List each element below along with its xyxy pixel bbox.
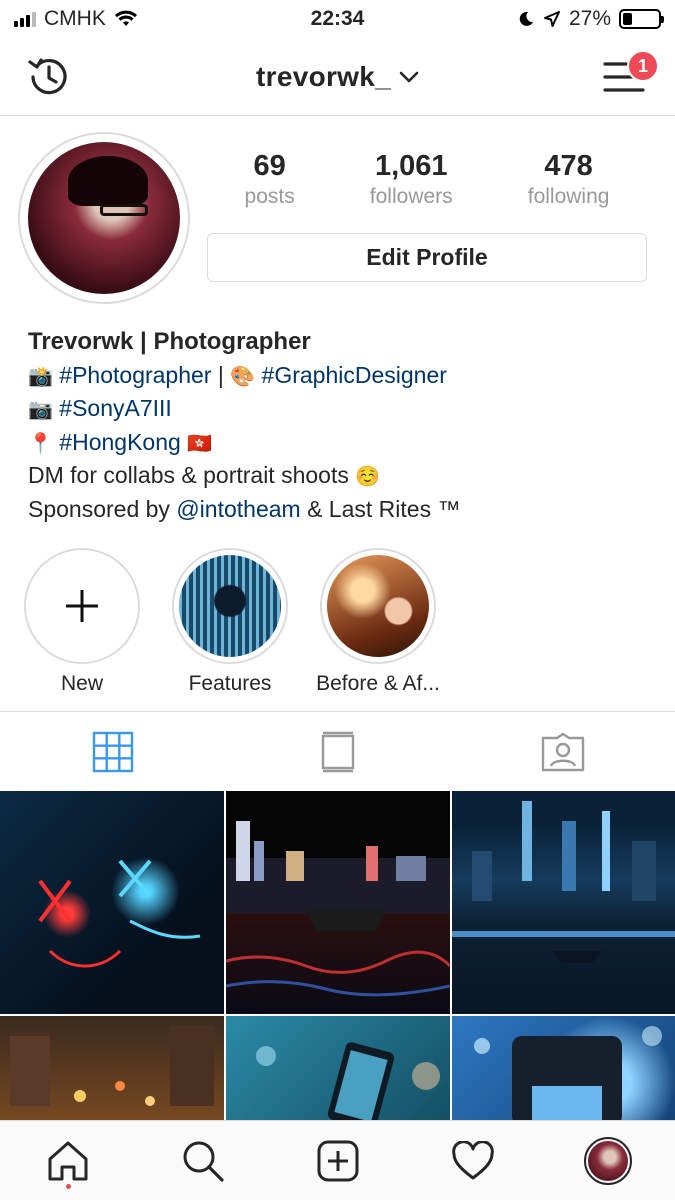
story-highlights: New Features Before & Af...: [0, 548, 675, 698]
bio-line: 📍 #HongKong 🇭🇰: [28, 426, 658, 460]
hashtag-link[interactable]: #SonyA7III: [59, 395, 172, 421]
status-bar: CMHK 22:34 27%: [0, 0, 675, 38]
clock: 22:34: [310, 7, 365, 30]
highlight-before-after[interactable]: Before & Af...: [303, 548, 453, 696]
username-switcher[interactable]: trevorwk_: [256, 61, 419, 93]
profile-avatar-small: [583, 1136, 632, 1185]
display-name: Trevorwk | Photographer: [28, 328, 311, 355]
tagged-icon: [541, 732, 584, 771]
heart-icon: [451, 1140, 494, 1179]
highlight-features[interactable]: Features: [155, 548, 305, 696]
highlight-cover: [179, 555, 281, 657]
highlight-label: Before & Af...: [316, 672, 440, 695]
grid-photo[interactable]: [226, 791, 450, 1014]
stat-followers[interactable]: 1,061 followers: [370, 150, 453, 209]
bio-text: Sponsored by: [28, 495, 177, 522]
signal-icon: [14, 11, 36, 27]
chevron-down-icon: [399, 71, 419, 82]
avatar-photo: [28, 142, 180, 294]
edit-profile-button[interactable]: Edit Profile: [207, 233, 647, 282]
highlight-cover: [327, 555, 429, 657]
bio-line: 📷 #SonyA7III: [28, 392, 658, 426]
grid-photo[interactable]: [226, 1016, 450, 1121]
status-left: CMHK: [14, 7, 138, 31]
grid-icon: [92, 731, 133, 772]
bio-line: DM for collabs & portrait shoots ☺️: [28, 459, 658, 493]
profile-tabs: [0, 711, 675, 791]
grid-photo[interactable]: [0, 1016, 224, 1121]
stat-label: posts: [244, 185, 295, 208]
stat-value: 69: [253, 150, 286, 182]
stat-label: following: [527, 185, 610, 208]
username: trevorwk_: [256, 60, 391, 92]
profile-stats: 69 posts 1,061 followers 478 following: [207, 150, 647, 209]
bio-line: Sponsored by @intotheam & Last Rites ™: [28, 493, 658, 526]
bio-line: 📸 #Photographer | 🎨 #GraphicDesigner: [28, 359, 658, 393]
profile-bio: Trevorwk | Photographer 📸 #Photographer …: [28, 326, 658, 525]
tab-tagged[interactable]: [450, 712, 675, 791]
tab-grid[interactable]: [0, 712, 225, 791]
highlight-circle: [172, 548, 288, 664]
location-arrow-icon: [543, 11, 560, 27]
battery-percent: 27%: [568, 7, 611, 30]
highlight-circle: [320, 548, 436, 664]
highlight-label: Features: [188, 672, 272, 695]
stat-value: 478: [544, 150, 593, 182]
camera-flash-emoji: 📸: [28, 363, 53, 388]
search-icon: [183, 1141, 224, 1182]
history-icon[interactable]: [24, 52, 74, 102]
highlight-new[interactable]: New: [7, 548, 157, 696]
stat-label: followers: [369, 185, 453, 208]
bio-text: DM for collabs & portrait shoots: [28, 462, 349, 488]
highlight-circle: [24, 548, 140, 664]
nav-profile[interactable]: [578, 1131, 638, 1191]
nav-home[interactable]: [38, 1131, 98, 1191]
camera-emoji: 📷: [28, 397, 53, 421]
bottom-navigation: [0, 1120, 675, 1200]
palette-emoji: 🎨: [230, 363, 256, 388]
separator: |: [211, 361, 231, 388]
plus-icon: [66, 590, 98, 622]
hashtag-link[interactable]: #GraphicDesigner: [262, 362, 447, 388]
notification-badge: 1: [627, 50, 659, 82]
mention-link[interactable]: @intotheam: [176, 496, 300, 522]
hashtag-link[interactable]: #HongKong: [59, 429, 181, 455]
carrier-label: CMHK: [44, 7, 106, 30]
activity-dot: [65, 1183, 71, 1189]
home-icon: [48, 1141, 87, 1180]
wifi-icon: [114, 10, 137, 26]
status-right: 27%: [517, 7, 664, 31]
stat-value: 1,061: [374, 150, 448, 182]
grid-photo[interactable]: [452, 791, 675, 1014]
grid-photo[interactable]: [0, 791, 224, 1014]
photo-grid: [0, 791, 675, 1121]
nav-search[interactable]: [173, 1131, 233, 1191]
profile-header: trevorwk_ 1: [0, 38, 675, 116]
add-post-icon: [317, 1140, 358, 1181]
profile-avatar[interactable]: [18, 132, 190, 304]
battery-icon: [619, 9, 664, 29]
smile-emoji: ☺️: [355, 464, 381, 488]
nav-activity[interactable]: [443, 1131, 503, 1191]
hashtag-link[interactable]: #Photographer: [59, 362, 211, 388]
tab-feed[interactable]: [225, 712, 450, 791]
pin-emoji: 📍: [28, 430, 53, 455]
stat-posts[interactable]: 69 posts: [245, 150, 295, 209]
flag-emoji: 🇭🇰: [187, 430, 213, 455]
nav-add-post[interactable]: [308, 1131, 368, 1191]
grid-photo[interactable]: [452, 1016, 675, 1121]
bio-text: & Last Rites ™: [300, 495, 461, 522]
feed-icon: [321, 731, 354, 772]
highlight-label: New: [60, 672, 103, 695]
moon-icon: [519, 11, 533, 26]
stat-following[interactable]: 478 following: [528, 150, 610, 209]
